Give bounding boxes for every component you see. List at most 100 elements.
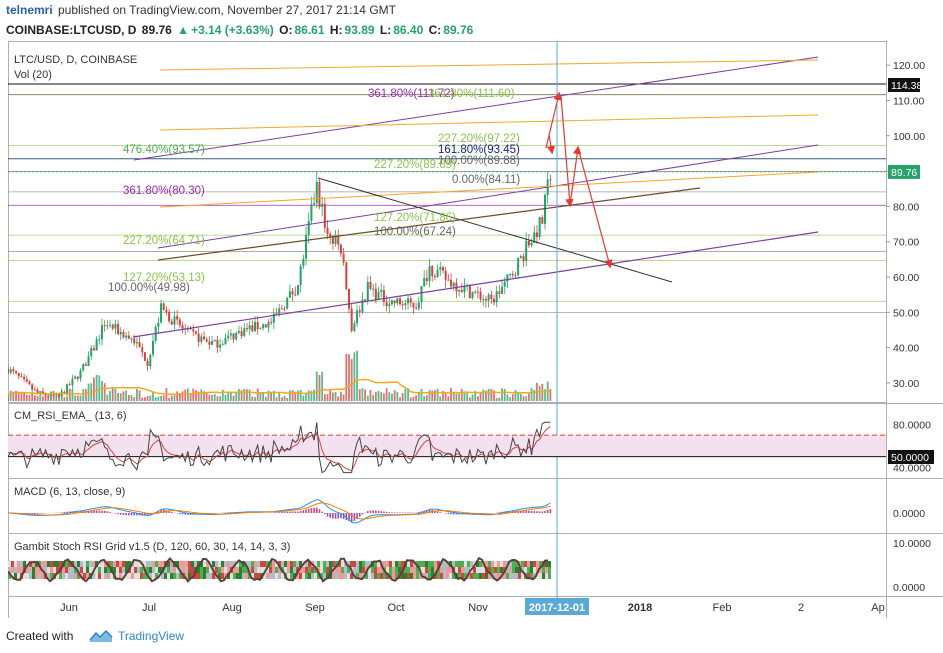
stoch-grid-cell: [74, 573, 77, 579]
stoch-rsi-grid-pane[interactable]: [8, 556, 551, 583]
candle-body: [321, 203, 324, 207]
volume-bar: [530, 387, 533, 401]
stoch-grid-cell: [152, 567, 155, 573]
stoch-grid-cell: [500, 567, 503, 573]
volume-bar: [286, 397, 289, 401]
fib-level-label: 227.20%(64.71): [123, 235, 205, 247]
stoch-grid-cell: [104, 567, 107, 573]
volume-bar: [326, 394, 329, 401]
volume-bar: [95, 374, 98, 401]
volume-bar: [415, 395, 418, 401]
stoch-grid-cell: [86, 561, 89, 567]
volume-bar: [447, 396, 450, 401]
candle-body: [100, 325, 103, 340]
stoch-grid-cell: [377, 567, 380, 573]
fib-level-label: 476.40%(93.57): [123, 144, 205, 156]
stoch-grid-cell: [65, 567, 68, 573]
stoch-grid-cell: [374, 573, 377, 579]
candle-body: [160, 303, 163, 323]
candle-body: [549, 179, 552, 181]
symbol-name[interactable]: COINBASE:LTCUSD, D: [6, 23, 136, 37]
volume-bar: [490, 389, 493, 401]
stoch-grid-cell: [443, 573, 446, 579]
macd-histogram-bar: [380, 511, 383, 513]
macd-histogram-bar: [297, 511, 299, 513]
stoch-grid-cell: [230, 561, 233, 567]
candle-body: [278, 308, 281, 314]
volume-bar: [498, 397, 501, 401]
volume-bar: [36, 396, 39, 401]
macd-histogram-bar: [106, 511, 109, 513]
author-link[interactable]: telnemri: [6, 0, 53, 20]
volume-bar: [63, 397, 66, 401]
macd-histogram-bar: [388, 512, 391, 513]
stoch-grid-cell: [263, 561, 266, 567]
macd-pane[interactable]: [7, 499, 552, 524]
macd-histogram-bar: [278, 512, 280, 513]
stoch-grid-cell: [137, 567, 140, 573]
volume-bar: [348, 354, 350, 401]
volume-bar: [460, 388, 463, 401]
candle-body: [305, 235, 308, 259]
volume-bar: [93, 377, 95, 401]
candle-body: [197, 333, 200, 342]
stoch-grid-cell: [509, 573, 512, 579]
price-tick-label: 50.00: [893, 307, 919, 319]
volume-bar: [211, 394, 213, 401]
candle-body: [441, 267, 444, 271]
candle-body: [404, 303, 407, 306]
candle-body: [203, 336, 206, 340]
volume-bar: [17, 393, 20, 401]
stoch-grid-cell: [275, 573, 278, 579]
candle-body: [173, 316, 176, 325]
candle-body: [291, 291, 294, 295]
macd-histogram-bar: [307, 508, 310, 513]
candle-body: [23, 376, 26, 380]
stoch-grid-cell: [164, 573, 167, 579]
volume-bar: [232, 395, 235, 401]
stoch-grid-cell: [545, 561, 548, 567]
stoch-grid-cell: [536, 561, 539, 567]
candle-body: [20, 376, 23, 378]
rsi-pane[interactable]: [8, 421, 886, 478]
close-label: C:: [428, 23, 442, 37]
candle-body: [506, 274, 509, 282]
stoch-grid-cell: [512, 561, 515, 567]
candle-body: [468, 285, 471, 299]
projection-arrow: [546, 134, 556, 155]
candle-body: [420, 286, 423, 303]
tradingview-brand-link[interactable]: TradingView: [118, 625, 184, 647]
volume-bar: [114, 388, 117, 401]
macd-histogram-bar: [179, 513, 181, 514]
volume-bar: [369, 389, 372, 401]
volume-bar: [377, 390, 380, 401]
stoch-grid-cell: [383, 573, 386, 579]
chart-canvas[interactable]: 361.80%(111.72)361.80%(111.60)476.40%(93…: [0, 40, 943, 622]
stoch-grid-cell: [101, 567, 104, 573]
candle-body: [237, 331, 240, 333]
svg-text:50.0000: 50.0000: [891, 452, 929, 464]
candle-body: [135, 342, 138, 344]
macd-histogram-bar: [399, 512, 401, 513]
macd-histogram-bar: [318, 509, 321, 513]
projection-arrow: [569, 145, 582, 206]
stoch-grid-cell: [257, 567, 260, 573]
stoch-grid-cell: [440, 573, 443, 579]
projection-arrow: [560, 95, 574, 208]
macd-histogram-bar: [63, 512, 66, 513]
stoch-grid-cell: [416, 573, 419, 579]
candle-body: [498, 291, 501, 294]
candle-body: [76, 376, 79, 379]
tradingview-logo-icon[interactable]: [88, 628, 114, 644]
stoch-grid-cell: [314, 573, 317, 579]
stoch-grid-cell: [83, 567, 86, 573]
stoch-grid-cell: [443, 567, 446, 573]
stoch-grid-cell: [344, 573, 347, 579]
macd-histogram-bar: [536, 511, 538, 513]
macd-histogram-bar: [130, 513, 133, 516]
macd-histogram-bar: [95, 510, 98, 513]
candle-body: [87, 356, 90, 366]
stoch-grid-cell: [119, 567, 122, 573]
stoch-grid-cell: [131, 573, 134, 579]
stoch-grid-cell: [338, 567, 341, 573]
